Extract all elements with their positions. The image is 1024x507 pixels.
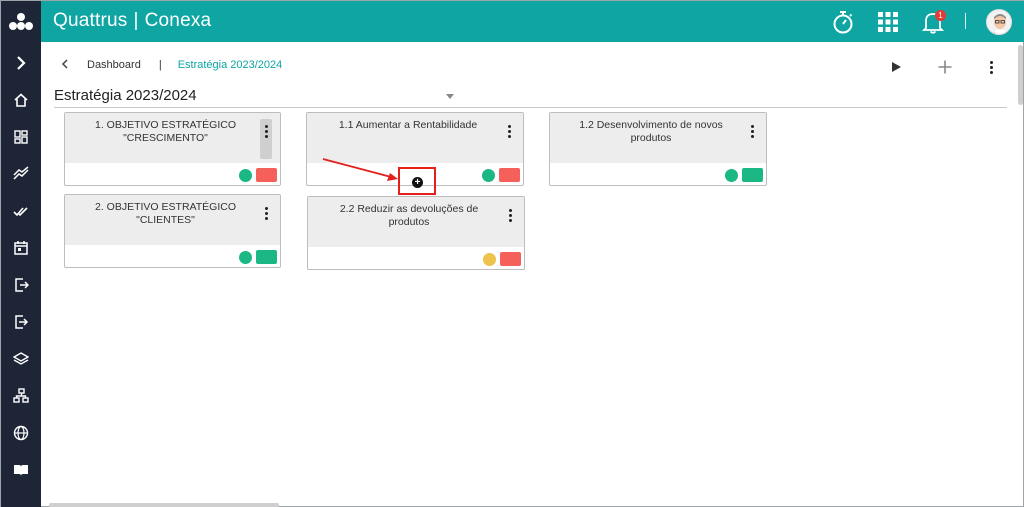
brand-left: Quattrus: [53, 10, 128, 31]
card-title: 1.2 Desenvolvimento de novos produtos: [579, 119, 723, 144]
kebab-icon: [750, 125, 754, 159]
status-indicator-red: [500, 252, 521, 266]
avatar-face-icon: [991, 14, 1009, 34]
kebab-icon: [264, 125, 268, 159]
topbar-divider: [965, 13, 966, 29]
chevron-left-icon: [61, 58, 68, 69]
brand-right: Conexa: [144, 10, 212, 31]
calendar-icon: [14, 241, 28, 255]
card-desenvolvimento-produtos[interactable]: 1.2 Desenvolvimento de novos produtos: [549, 112, 767, 186]
card-title: 1.1 Aumentar a Rentabilidade: [338, 119, 478, 131]
status-dot-green: [239, 169, 252, 182]
card-menu-button[interactable]: [260, 119, 272, 159]
status-indicator-green: [742, 168, 763, 182]
rail-trends[interactable]: [1, 159, 41, 189]
card-menu-button[interactable]: [503, 119, 515, 159]
left-rail: [1, 1, 41, 507]
dashboard-icon: [14, 130, 28, 144]
notification-badge: 1: [935, 10, 946, 21]
logo-dots-icon: [9, 12, 33, 30]
grid-icon: [878, 12, 898, 32]
card-menu-button[interactable]: [746, 119, 758, 159]
apps-button[interactable]: [873, 7, 903, 37]
exit-icon: [15, 278, 29, 292]
trend-icon: [13, 166, 29, 180]
sitemap-icon: [13, 388, 29, 403]
kebab-icon: [507, 125, 511, 159]
app-logo[interactable]: [1, 1, 41, 42]
add-child-button[interactable]: +: [412, 177, 423, 188]
breadcrumb-separator: |: [158, 59, 162, 71]
rail-globe[interactable]: [1, 418, 41, 448]
status-dot-green: [482, 169, 495, 182]
card-objetivo-crescimento[interactable]: 1. OBJETIVO ESTRATÉGICO "CRESCIMENTO": [64, 112, 281, 186]
brand-separator: |: [133, 10, 139, 31]
book-icon: [14, 465, 28, 476]
status-indicator-red: [499, 168, 520, 182]
plus-icon: [938, 60, 952, 74]
rail-exit[interactable]: [1, 270, 41, 300]
stopwatch-icon: [833, 11, 853, 34]
title-underline: [54, 107, 1007, 108]
logout-icon: [15, 315, 29, 329]
breadcrumb: Dashboard | Estratégia 2023/2024: [61, 57, 282, 73]
user-avatar[interactable]: [986, 9, 1012, 35]
kebab-icon: [508, 209, 512, 243]
top-bar: Quattrus | Conexa 1: [41, 1, 1024, 42]
status-dot-green: [239, 251, 252, 264]
chevron-right-icon: [17, 56, 26, 70]
rail-calendar[interactable]: [1, 233, 41, 263]
back-button[interactable]: [61, 58, 75, 72]
more-options-button[interactable]: [980, 56, 1002, 78]
status-dot-green: [725, 169, 738, 182]
layers-icon: [13, 352, 29, 365]
status-dot-yellow: [483, 253, 496, 266]
double-check-icon: [13, 207, 28, 217]
card-reduzir-devolucoes[interactable]: 2.2 Reduzir as devoluções de produtos: [307, 196, 525, 270]
breadcrumb-current[interactable]: Estratégia 2023/2024: [178, 59, 283, 71]
card-objetivo-clientes[interactable]: 2. OBJETIVO ESTRATÉGICO "CLIENTES": [64, 194, 281, 268]
kebab-icon: [264, 207, 268, 241]
title-dropdown-caret-icon[interactable]: [446, 94, 454, 99]
rail-layers[interactable]: [1, 344, 41, 374]
card-menu-button[interactable]: [260, 201, 272, 241]
card-title: 1. OBJETIVO ESTRATÉGICO "CRESCIMENTO": [95, 119, 236, 144]
brand: Quattrus | Conexa: [53, 10, 211, 32]
rail-tasks[interactable]: [1, 196, 41, 226]
breadcrumb-dashboard[interactable]: Dashboard: [87, 59, 141, 71]
status-indicator-red: [256, 168, 277, 182]
timer-button[interactable]: [828, 7, 858, 37]
horizontal-scrollbar[interactable]: [49, 503, 279, 507]
kebab-icon: [989, 60, 993, 74]
rail-sitemap[interactable]: [1, 381, 41, 411]
add-button[interactable]: [934, 56, 956, 78]
page-title: Estratégia 2023/2024: [54, 87, 197, 104]
play-icon: [892, 62, 901, 72]
globe-icon: [13, 425, 29, 441]
card-title: 2. OBJETIVO ESTRATÉGICO "CLIENTES": [95, 201, 236, 226]
rail-dashboard[interactable]: [1, 122, 41, 152]
rail-expand-button[interactable]: [1, 48, 41, 78]
notifications-button[interactable]: 1: [918, 7, 948, 37]
rail-book[interactable]: [1, 455, 41, 485]
rail-logout[interactable]: [1, 307, 41, 337]
home-icon: [14, 93, 28, 107]
vertical-scrollbar[interactable]: [1018, 45, 1023, 105]
status-indicator-green: [256, 250, 277, 264]
arrow-annotation-icon: [322, 158, 398, 181]
card-title: 2.2 Reduzir as devoluções de produtos: [339, 203, 479, 228]
play-button[interactable]: [885, 56, 907, 78]
card-menu-button[interactable]: [504, 203, 516, 243]
rail-home[interactable]: [1, 85, 41, 115]
